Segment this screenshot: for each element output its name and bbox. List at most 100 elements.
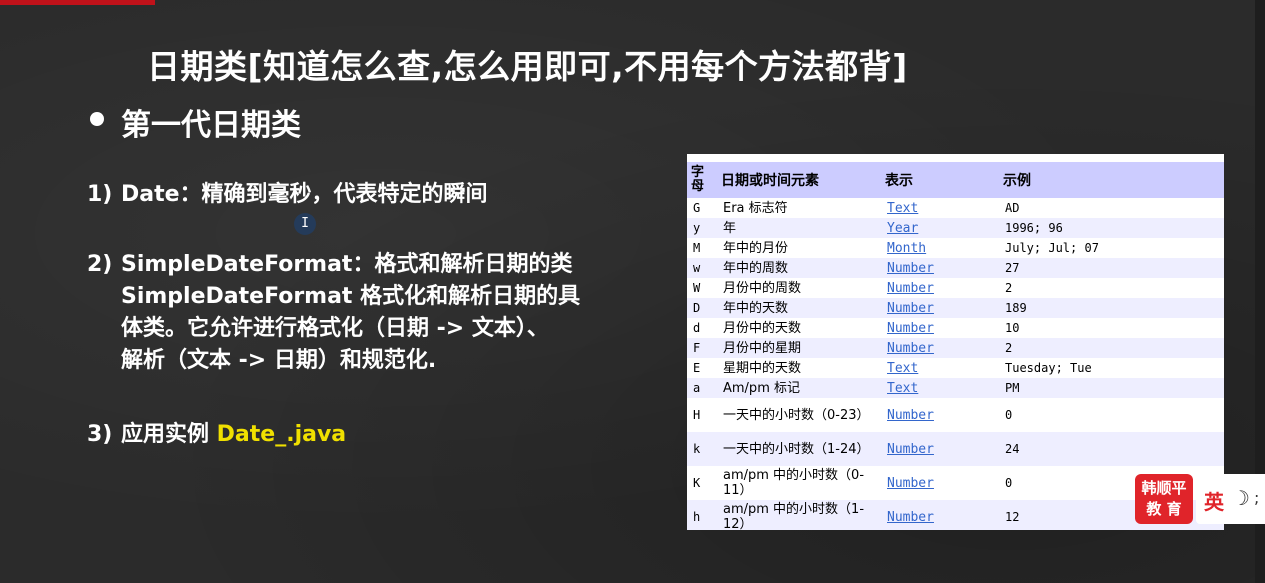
cell-presentation: Number [881, 318, 999, 338]
cell-letter: w [687, 258, 717, 278]
cell-letter: E [693, 361, 701, 375]
table-row: G Era 标志符 Text AD [687, 198, 1224, 218]
cell-element: 一天中的小时数（1-24） [717, 432, 881, 466]
cell-presentation: Text [881, 358, 999, 378]
item-text: Date：精确到毫秒，代表特定的瞬间 [121, 182, 488, 207]
cell-letter: H [693, 408, 701, 422]
cell-letter: G [693, 201, 701, 215]
cell-presentation: Number [881, 258, 999, 278]
cell-example: 0 [1005, 408, 1013, 422]
cell-letter: y [687, 218, 717, 238]
language-toggle[interactable]: 英 [1204, 486, 1224, 515]
presentation-link[interactable]: Number [887, 476, 934, 491]
cell-presentation: Year [881, 218, 999, 238]
example-filename: Date_.java [216, 422, 347, 447]
cell-presentation: Number [881, 338, 999, 358]
item-text: 体类。它允许进行格式化（日期 -> 文本）、 [121, 316, 549, 341]
cell-presentation: Text [881, 198, 999, 218]
header-element: 日期或时间元素 [717, 162, 881, 198]
presentation-link[interactable]: Month [887, 241, 926, 256]
table-row: F 月份中的星期 Number 2 [687, 338, 1224, 358]
cell-element: 月份中的周数 [723, 280, 802, 296]
cell-letter: h [687, 500, 717, 530]
cell-example: 10 [1005, 321, 1020, 335]
presentation-link[interactable]: Number [887, 442, 934, 457]
cell-letter: D [687, 298, 717, 318]
cell-presentation: Number [881, 398, 999, 432]
cell-example: 1996; 96 [999, 218, 1224, 238]
presentation-link[interactable]: Number [887, 510, 934, 525]
table-row: H 一天中的小时数（0-23） Number 0 [687, 398, 1224, 432]
cell-element: 月份中的天数 [723, 320, 802, 336]
header-example: 示例 [999, 162, 1224, 198]
table-row: k 一天中的小时数（1-24） Number 24 [687, 432, 1224, 466]
presentation-link[interactable]: Text [887, 201, 918, 216]
punctuation-toggle[interactable]: ; [1254, 488, 1259, 507]
list-item-simpledateformat: 2) SimpleDateFormat：格式和解析日期的类 SimpleDateF… [87, 249, 580, 377]
logo-line-2: 教 育 [1146, 500, 1182, 518]
cell-element: am/pm 中的小时数（0-11） [723, 468, 865, 498]
presentation-link[interactable]: Year [887, 221, 918, 236]
item-text: SimpleDateFormat 格式化和解析日期的具 [121, 284, 581, 309]
cell-example: Tuesday; Tue [1005, 361, 1092, 375]
presentation-link[interactable]: Number [887, 281, 934, 296]
top-accent-bar [0, 0, 155, 5]
list-item-date: 1) Date：精确到毫秒，代表特定的瞬间 [87, 179, 488, 211]
table-row: a Am/pm 标记 Text PM [687, 378, 1224, 398]
slide-title: 日期类[知道怎么查,怎么用即可,不用每个方法都背] [147, 47, 908, 86]
cell-element: 月份中的星期 [717, 338, 881, 358]
cell-element: 一天中的小时数（0-23） [723, 407, 870, 423]
cell-presentation: Number [881, 500, 999, 530]
cell-example: July; Jul; 07 [1005, 241, 1099, 255]
cell-letter: K [693, 476, 701, 490]
cell-presentation: Number [881, 278, 999, 298]
item-number: 1) [87, 182, 113, 207]
cell-example: 27 [999, 258, 1224, 278]
cell-element: 年中的月份 [723, 240, 789, 256]
cell-element: Am/pm 标记 [717, 378, 881, 398]
presentation-link[interactable]: Number [887, 321, 934, 336]
presentation-link[interactable]: Text [887, 361, 918, 376]
cell-letter: M [693, 241, 701, 255]
cell-element: am/pm 中的小时数（1-12） [717, 500, 881, 530]
cell-example: 189 [999, 298, 1224, 318]
cell-example: 24 [999, 432, 1224, 466]
cell-letter: F [687, 338, 717, 358]
cell-element: 年中的周数 [717, 258, 881, 278]
logo-line-1: 韩顺平 [1141, 479, 1187, 497]
bullet-dot-icon [90, 112, 104, 126]
cell-example: AD [1005, 201, 1020, 215]
section-heading: 第一代日期类 [121, 108, 301, 143]
presentation-link[interactable]: Number [887, 261, 934, 276]
presentation-link[interactable]: Number [887, 341, 934, 356]
presentation-link[interactable]: Text [887, 381, 918, 396]
table-row: W 月份中的周数 Number 2 [687, 278, 1224, 298]
cell-example: PM [999, 378, 1224, 398]
item-text: 应用实例 [121, 422, 217, 447]
cell-letter: a [687, 378, 717, 398]
item-number: 3) [87, 422, 113, 447]
item-text: 解析（文本 -> 日期）和规范化. [121, 348, 437, 373]
table-row: y 年 Year 1996; 96 [687, 218, 1224, 238]
cell-element: 年中的天数 [717, 298, 881, 318]
presentation-link[interactable]: Number [887, 301, 934, 316]
cell-letter: d [693, 321, 701, 335]
table-header-row: 字母 日期或时间元素 表示 示例 [687, 162, 1224, 198]
table-row: d 月份中的天数 Number 10 [687, 318, 1224, 338]
item-text: SimpleDateFormat：格式和解析日期的类 [121, 252, 573, 277]
moon-icon[interactable]: ☽ [1232, 486, 1250, 510]
cell-presentation: Number [881, 466, 999, 500]
ime-toolbar[interactable]: 英 ☽ ; [1196, 474, 1265, 524]
cell-letter: W [693, 281, 701, 295]
cell-letter: k [687, 432, 717, 466]
table-row: w 年中的周数 Number 27 [687, 258, 1224, 278]
text-cursor-icon: I [294, 213, 316, 235]
cell-presentation: Number [881, 298, 999, 318]
brand-logo: 韩顺平 教 育 [1135, 474, 1193, 524]
cell-example: 2 [1005, 281, 1013, 295]
cell-element: 年 [717, 218, 881, 238]
cell-presentation: Text [881, 378, 999, 398]
presentation-link[interactable]: Number [887, 408, 934, 423]
item-number: 2) [87, 252, 113, 277]
cell-element: Era 标志符 [723, 200, 788, 216]
